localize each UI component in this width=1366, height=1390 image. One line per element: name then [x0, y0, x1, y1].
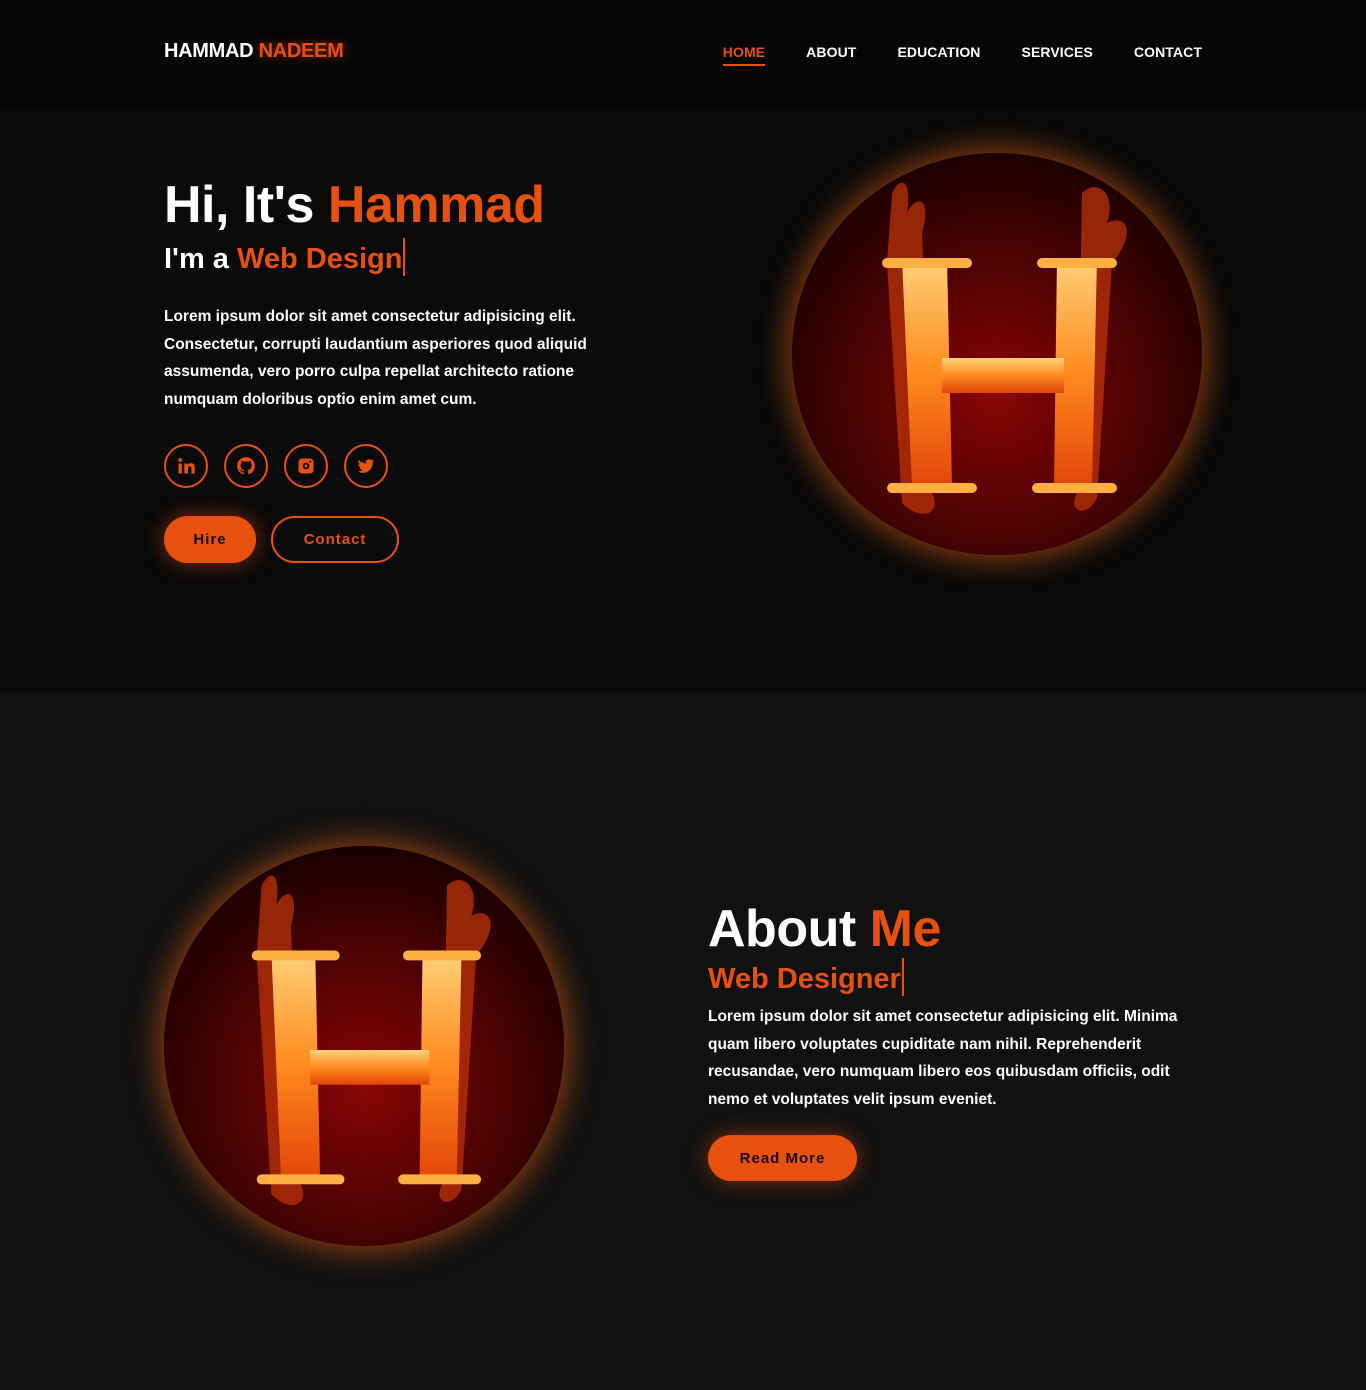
logo[interactable]: HAMMAD NADEEM	[164, 40, 344, 63]
about-title: About Me	[708, 900, 1208, 958]
social-links	[164, 444, 624, 488]
hero-image	[792, 153, 1202, 555]
typing-cursor	[403, 238, 406, 276]
twitter-link[interactable]	[344, 444, 388, 488]
nav-contact[interactable]: CONTACT	[1134, 44, 1202, 66]
about-role-text: Web Designer	[708, 963, 901, 995]
nav-home[interactable]: HOME	[722, 44, 766, 66]
hero-sub-prefix: I'm a	[164, 243, 229, 275]
hero-text: Hi, It's Hammad I'm a Web Design Lorem i…	[164, 176, 624, 563]
read-more-button[interactable]: Read More	[708, 1135, 857, 1181]
linkedin-link[interactable]	[164, 444, 208, 488]
github-link[interactable]	[224, 444, 268, 488]
about-text: About Me Web Designer Lorem ipsum dolor …	[708, 900, 1208, 1181]
about-title-second: Me	[869, 900, 942, 958]
flaming-h-image	[251, 875, 491, 1206]
hire-button[interactable]: Hire	[164, 516, 256, 563]
instagram-icon	[298, 458, 314, 474]
typing-cursor	[901, 958, 904, 996]
instagram-link[interactable]	[284, 444, 328, 488]
hero-role: Web Design	[237, 243, 403, 275]
hero-section: Hi, It's Hammad I'm a Web Design Lorem i…	[0, 106, 1366, 692]
logo-second: NADEEM	[258, 40, 344, 62]
about-description: Lorem ipsum dolor sit amet consectetur a…	[708, 1008, 1178, 1108]
main-nav: HOME ABOUT EDUCATION SERVICES CONTACT	[722, 44, 1202, 66]
hero-title: Hi, It's Hammad	[164, 176, 624, 234]
logo-first: HAMMAD	[164, 40, 254, 62]
site-header: HAMMAD NADEEM HOME ABOUT EDUCATION SERVI…	[0, 0, 1366, 106]
contact-button[interactable]: Contact	[271, 516, 399, 563]
nav-services[interactable]: SERVICES	[1022, 44, 1093, 66]
hero-name: Hammad	[327, 176, 545, 234]
hero-greeting: Hi, It's	[164, 176, 314, 234]
hero-buttons: Hire Contact	[164, 516, 624, 563]
nav-education[interactable]: EDUCATION	[897, 44, 980, 66]
about-section: About Me Web Designer Lorem ipsum dolor …	[0, 692, 1366, 1390]
twitter-icon	[357, 459, 375, 473]
about-role: Web Designer	[708, 958, 1208, 997]
about-image	[164, 846, 564, 1246]
about-title-first: About	[708, 900, 856, 958]
linkedin-icon	[178, 458, 195, 474]
about-buttons: Read More	[708, 1135, 1208, 1181]
github-icon	[237, 457, 255, 475]
flaming-h-image	[882, 182, 1127, 514]
hero-subtitle: I'm a Web Design	[164, 238, 624, 277]
hero-description: Lorem ipsum dolor sit amet consectetur a…	[164, 308, 587, 408]
nav-about[interactable]: ABOUT	[806, 44, 856, 66]
